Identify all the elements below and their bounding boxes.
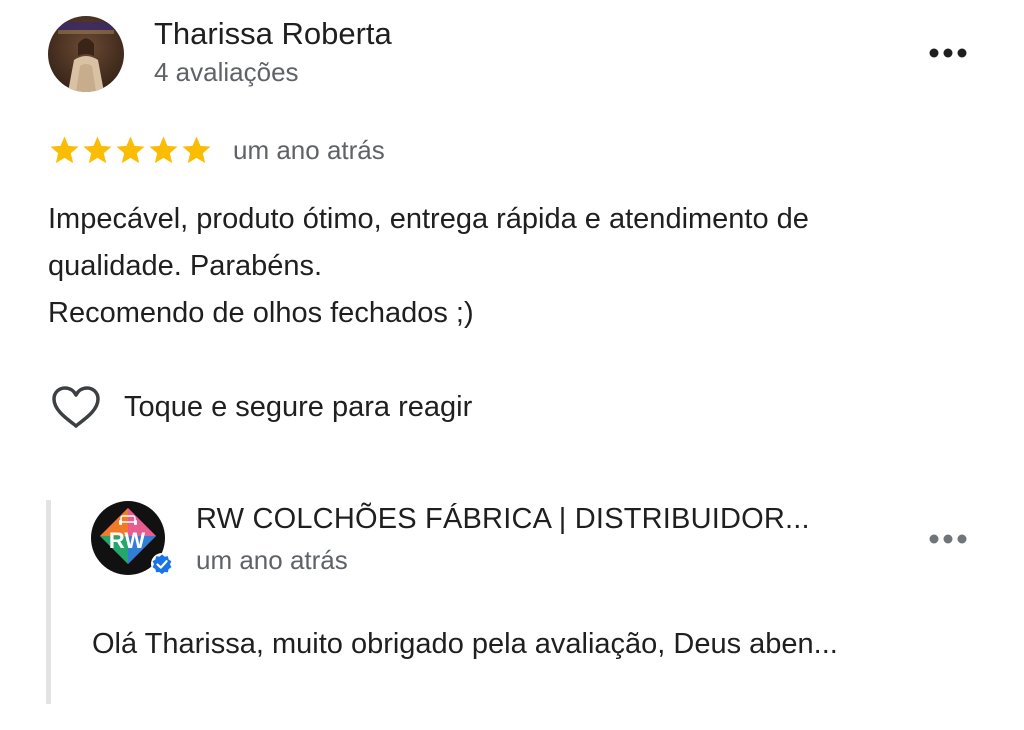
star-icon [182, 135, 211, 163]
react-label: Toque e segure para reagir [124, 390, 473, 423]
react-button[interactable]: Toque e segure para reagir [50, 382, 472, 432]
star-rating [48, 134, 213, 167]
owner-name[interactable]: RW COLCHÕES FÁBRICA | DISTRIBUIDOR... [196, 503, 810, 536]
review-text-line: qualidade. Parabéns. [48, 250, 323, 282]
reviewer-avatar[interactable] [48, 16, 124, 92]
owner-avatar[interactable]: RW [90, 500, 174, 580]
review-text: Impecável, produto ótimo, entrega rápida… [48, 196, 988, 337]
reviewer-name[interactable]: Tharissa Roberta [154, 16, 392, 52]
more-horizontal-icon [929, 534, 967, 544]
reply-indent-bar [46, 500, 51, 704]
heart-icon [52, 386, 100, 428]
star-icon [149, 135, 178, 163]
owner-reply-date: um ano atrás [196, 545, 348, 575]
business-logo-icon: RW [91, 501, 173, 575]
owner-reply-text[interactable]: Olá Tharissa, muito obrigado pela avalia… [92, 628, 838, 661]
star-icon [83, 135, 112, 163]
star-icon [116, 135, 145, 163]
business-logo-text: RW [109, 528, 145, 553]
review-more-options-button[interactable] [926, 36, 970, 70]
review-date: um ano atrás [233, 134, 385, 165]
review-text-line: Impecável, produto ótimo, entrega rápida… [48, 203, 809, 235]
more-horizontal-icon [929, 48, 967, 58]
rating-row: um ano atrás [48, 132, 385, 168]
star-icon [50, 135, 79, 163]
user-photo-icon [48, 16, 124, 92]
reviewer-review-count: 4 avaliações [154, 57, 299, 87]
reply-more-options-button[interactable] [926, 524, 970, 554]
review-text-line: Recomendo de olhos fechados ;) [48, 297, 474, 329]
